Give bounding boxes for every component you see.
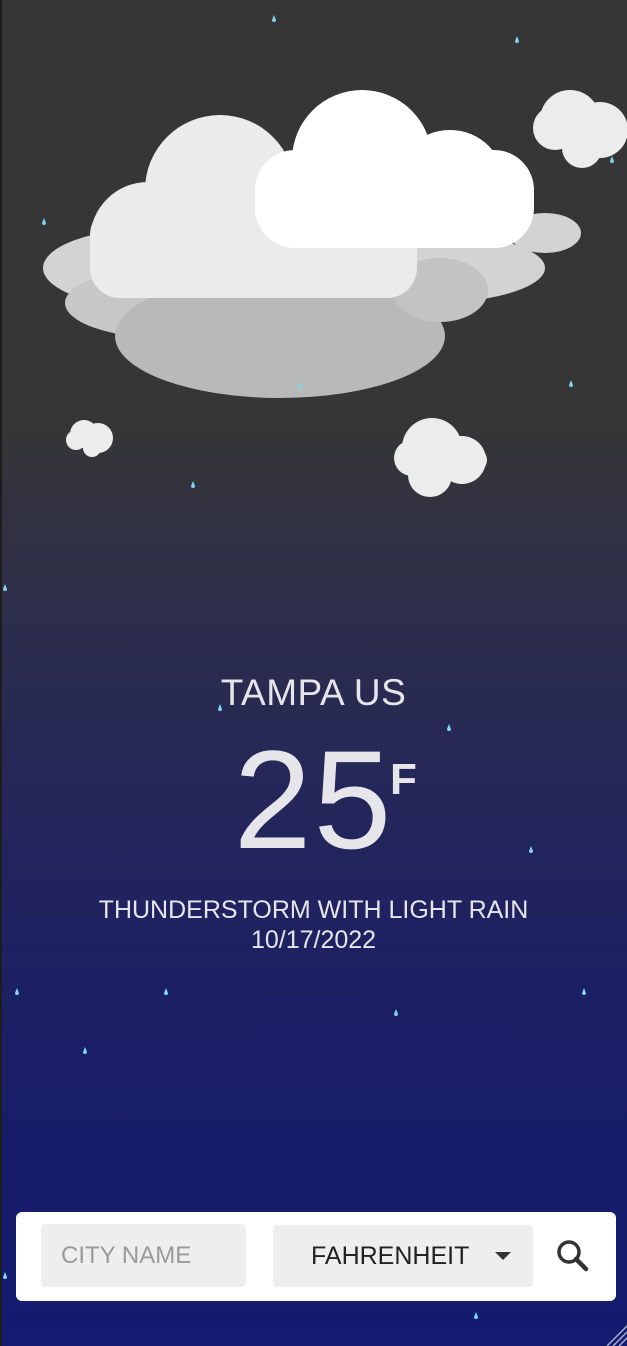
small-cloud-top-right xyxy=(533,90,627,168)
weather-date: 10/17/2022 xyxy=(250,926,377,954)
caret-down-icon xyxy=(495,1252,511,1260)
location-name: TAMPA US xyxy=(220,672,407,713)
storm-cloud xyxy=(43,90,581,398)
city-name-input[interactable] xyxy=(41,1224,246,1287)
unit-select[interactable]: FAHRENHEIT xyxy=(273,1225,533,1287)
small-cloud-middle xyxy=(394,418,487,497)
search-button[interactable] xyxy=(554,1237,594,1277)
resize-grip-icon[interactable] xyxy=(603,1322,627,1346)
small-cloud-left xyxy=(66,420,113,457)
magnifier-icon xyxy=(557,1240,589,1272)
temperature-value: 25 xyxy=(233,721,394,878)
search-panel: FAHRENHEIT xyxy=(16,1212,616,1301)
weather-description: THUNDERSTORM WITH LIGHT RAIN xyxy=(98,896,529,924)
unit-select-value: FAHRENHEIT xyxy=(311,1242,470,1270)
temperature-display: 25 F xyxy=(0,730,627,870)
temperature-unit: F xyxy=(390,755,417,804)
